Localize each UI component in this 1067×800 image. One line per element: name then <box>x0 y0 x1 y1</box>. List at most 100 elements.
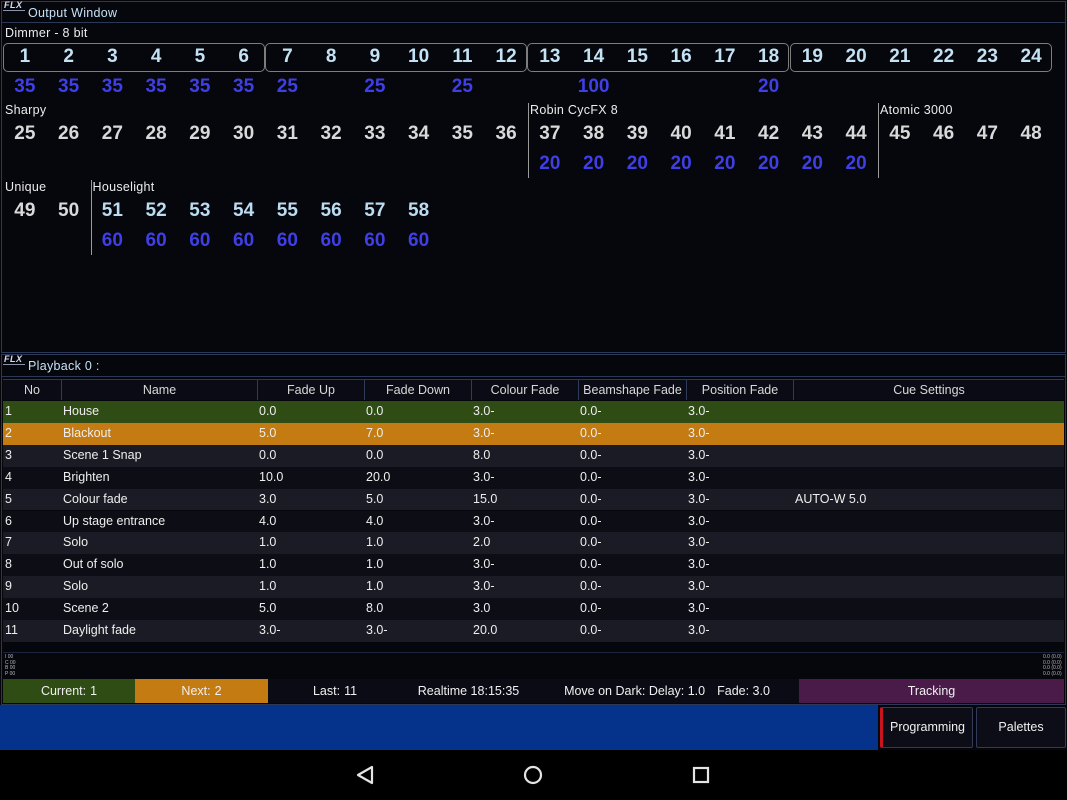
cue-name: Colour fade <box>63 491 128 506</box>
cue-no: 2 <box>5 425 12 440</box>
channel-number: 36 <box>495 123 517 144</box>
cue-no: 10 <box>5 601 19 616</box>
channel-level: 20 <box>845 153 867 174</box>
channel-number: 11 <box>452 46 473 67</box>
indicator-position: P 00 <box>5 670 16 677</box>
channel-number: 23 <box>976 46 998 67</box>
cue-fade-down: 20.0 <box>366 469 391 484</box>
flx-logo: FLX <box>3 354 25 365</box>
palettes-button[interactable]: Palettes <box>976 707 1066 748</box>
cue-name: Up stage entrance <box>63 513 166 528</box>
cue-colour-fade: 3.0- <box>473 469 495 484</box>
cue-fade-up: 0.0 <box>259 404 277 418</box>
cue-row[interactable]: 8 Out of solo 1.0 1.0 3.0- 0.0- 3.0- <box>3 554 1064 577</box>
cue-fade-down: 0.0 <box>366 447 384 462</box>
cue-cue-settings: AUTO-W 5.0 <box>795 491 867 506</box>
channel-number: 21 <box>889 46 911 67</box>
cue-name: Blackout <box>63 425 111 440</box>
cue-row[interactable]: 7 Solo 1.0 1.0 2.0 0.0- 3.0- <box>3 532 1064 555</box>
column-header-colour-fade: Colour Fade <box>471 380 578 400</box>
last-cue-value: 11 <box>344 684 358 698</box>
channel-number: 32 <box>320 123 342 144</box>
column-header-beamshape-fade: Beamshape Fade <box>578 380 686 400</box>
cue-row[interactable]: 10 Scene 2 5.0 8.0 3.0 0.0- 3.0- <box>3 598 1064 620</box>
playback-window-panel: FLX Playback 0 : No Name Fade Up Fade Down C… <box>0 353 1067 705</box>
cue-colour-fade: 3.0- <box>473 513 495 528</box>
cue-beamshape-fade: 0.0- <box>580 513 602 528</box>
cue-beamshape-fade: 0.0- <box>580 535 602 550</box>
column-header-position-fade: Position Fade <box>686 380 793 400</box>
channel-level: 25 <box>364 76 386 97</box>
cue-fade-up: 1.0 <box>259 579 277 594</box>
cue-cue-settings <box>795 445 1064 467</box>
cue-fade-down: 7.0 <box>366 425 384 440</box>
current-cue-status: Current: 1 <box>3 679 135 703</box>
cue-position-fade: 3.0- <box>688 535 710 550</box>
move-on-dark-delay: Move on Dark: Delay: 1.0 <box>564 684 706 698</box>
cue-colour-fade: 8.0 <box>473 447 491 462</box>
cue-table-header: No Name Fade Up Fade Down Colour Fade Beamsha… <box>3 379 1064 400</box>
cue-fade-up: 3.0- <box>259 623 281 637</box>
channel-level: 20 <box>758 153 780 174</box>
fixture-group-label: Atomic 3000 <box>880 103 953 117</box>
channel-level: 60 <box>408 230 430 251</box>
cue-no: 3 <box>5 447 12 462</box>
playback-status-bar: Current: 1 Next: 2 Last: 11 Realtime 18:15:… <box>3 679 1064 703</box>
channel-number: 17 <box>714 46 736 67</box>
column-header-name: Name <box>61 380 257 400</box>
channel-number: 15 <box>626 46 648 67</box>
cue-no: 8 <box>5 557 12 572</box>
channel-level: 20 <box>626 153 648 174</box>
fixture-group-label: Unique <box>5 180 47 194</box>
cue-name: House <box>63 404 100 418</box>
back-icon[interactable] <box>355 765 375 785</box>
channel-level: 35 <box>101 76 123 97</box>
cue-row[interactable]: 9 Solo 1.0 1.0 3.0- 0.0- 3.0- <box>3 576 1064 599</box>
cue-row[interactable]: 2 Blackout 5.0 7.0 3.0- 0.0- 3.0- <box>3 422 1064 445</box>
cue-row[interactable]: 3 Scene 1 Snap 0.0 0.0 8.0 0.0- 3.0- <box>3 444 1064 467</box>
cue-fade-down: 1.0 <box>366 535 384 550</box>
channel-level: 35 <box>189 76 211 97</box>
cue-cue-settings <box>795 401 1064 423</box>
channel-number: 1 <box>19 46 31 67</box>
channel-number: 24 <box>1020 46 1042 67</box>
cue-position-fade: 3.0- <box>688 404 710 418</box>
cue-row[interactable]: 11 Daylight fade 3.0- 3.0- 20.0 0.0- 3.0- <box>3 620 1064 642</box>
channel-level: 20 <box>801 153 823 174</box>
cue-fade-up: 5.0 <box>259 425 277 440</box>
home-icon[interactable] <box>523 765 543 785</box>
cue-name: Scene 2 <box>63 601 109 616</box>
cue-position-fade: 3.0- <box>688 447 710 462</box>
channel-number: 35 <box>451 123 473 144</box>
cue-colour-fade: 3.0 <box>473 601 491 616</box>
cue-no: 7 <box>5 535 12 550</box>
cue-row[interactable]: 4 Brighten 10.0 20.0 3.0- 0.0- 3.0- <box>3 466 1064 489</box>
channel-number: 48 <box>1020 123 1042 144</box>
android-navigation-bar <box>0 750 1067 800</box>
cue-fade-down: 4.0 <box>366 513 384 528</box>
channel-level: 25 <box>451 76 473 97</box>
channel-number: 56 <box>320 200 342 221</box>
channel-level: 35 <box>233 76 255 97</box>
next-cue-status: Next: 2 <box>135 679 268 703</box>
channel-number: 34 <box>408 123 430 144</box>
channel-level: 35 <box>14 76 36 97</box>
attribute-indicators-right: 0.0 (0.0) 0.0 (0.0) 0.0 (0.0) 0.0 (0.0) <box>1043 654 1062 677</box>
channel-number: 46 <box>933 123 955 144</box>
channel-number: 14 <box>583 46 605 67</box>
current-cue-value: 1 <box>90 684 98 698</box>
cue-name: Scene 1 Snap <box>63 447 142 462</box>
recents-icon[interactable] <box>691 765 711 785</box>
channel-level: 20 <box>583 153 605 174</box>
channel-level: 100 <box>577 76 610 97</box>
cue-row[interactable]: 1 House 0.0 0.0 3.0- 0.0- 3.0- <box>3 401 1064 423</box>
fixture-group-label: Sharpy <box>5 103 47 117</box>
cue-no: 5 <box>5 491 12 506</box>
cue-colour-fade: 3.0- <box>473 579 495 594</box>
cue-row[interactable]: 5 Colour fade 3.0 5.0 15.0 0.0- 3.0- AUTO-W 5.0 <box>3 488 1064 511</box>
channel-number: 49 <box>14 200 36 221</box>
cue-colour-fade: 15.0 <box>473 491 498 506</box>
cue-row[interactable]: 6 Up stage entrance 4.0 4.0 3.0- 0.0- 3.0- <box>3 510 1064 533</box>
cue-position-fade: 3.0- <box>688 579 710 594</box>
programming-button[interactable]: Programming <box>880 707 973 748</box>
